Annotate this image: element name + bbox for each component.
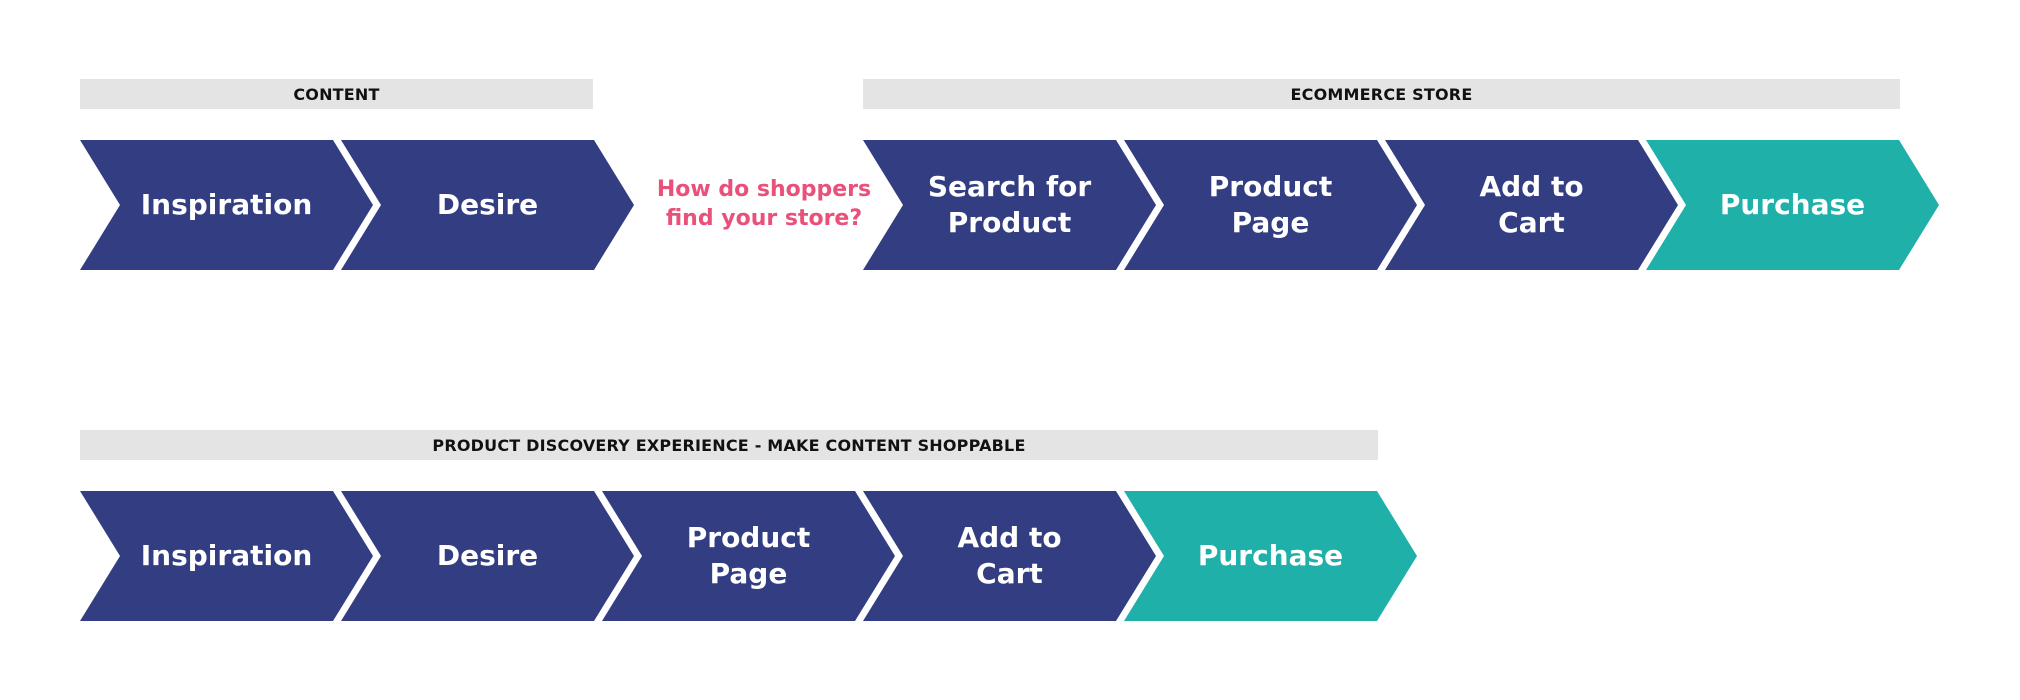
step-add-to-cart: Add to Cart [863, 491, 1156, 621]
content-header-label: CONTENT [293, 84, 380, 104]
step-label: Add to Cart [957, 521, 1062, 590]
step-label: Purchase [1197, 539, 1344, 572]
step-desire: Desire [341, 140, 634, 270]
step-label: Product Page [686, 521, 811, 590]
step-label: Purchase [1719, 188, 1866, 221]
step-label: Search for Product [927, 170, 1092, 239]
step-inspiration: Inspiration [80, 140, 373, 270]
step-purchase: Purchase [1124, 491, 1417, 621]
step-purchase: Purchase [1646, 140, 1939, 270]
ecommerce-store-header-label: ECOMMERCE STORE [1290, 84, 1473, 104]
question-text: How do shoppers find your store? [656, 177, 872, 231]
step-label: Desire [436, 539, 539, 572]
step-product-page: Product Page [1124, 140, 1417, 270]
step-add-to-cart: Add to Cart [1385, 140, 1678, 270]
step-label: Add to Cart [1479, 170, 1584, 239]
step-search-for-product: Search for Product [863, 140, 1156, 270]
step-label: Inspiration [140, 188, 313, 221]
step-label: Product Page [1208, 170, 1333, 239]
step-inspiration: Inspiration [80, 491, 373, 621]
step-label: Inspiration [140, 539, 313, 572]
content-header: CONTENT [80, 79, 593, 109]
product-discovery-header-label: PRODUCT DISCOVERY EXPERIENCE - MAKE CONT… [432, 435, 1026, 455]
product-discovery-header: PRODUCT DISCOVERY EXPERIENCE - MAKE CONT… [80, 430, 1378, 460]
step-product-page: Product Page [602, 491, 895, 621]
step-label: Desire [436, 188, 539, 221]
ecommerce-store-header: ECOMMERCE STORE [863, 79, 1900, 109]
step-desire: Desire [341, 491, 634, 621]
